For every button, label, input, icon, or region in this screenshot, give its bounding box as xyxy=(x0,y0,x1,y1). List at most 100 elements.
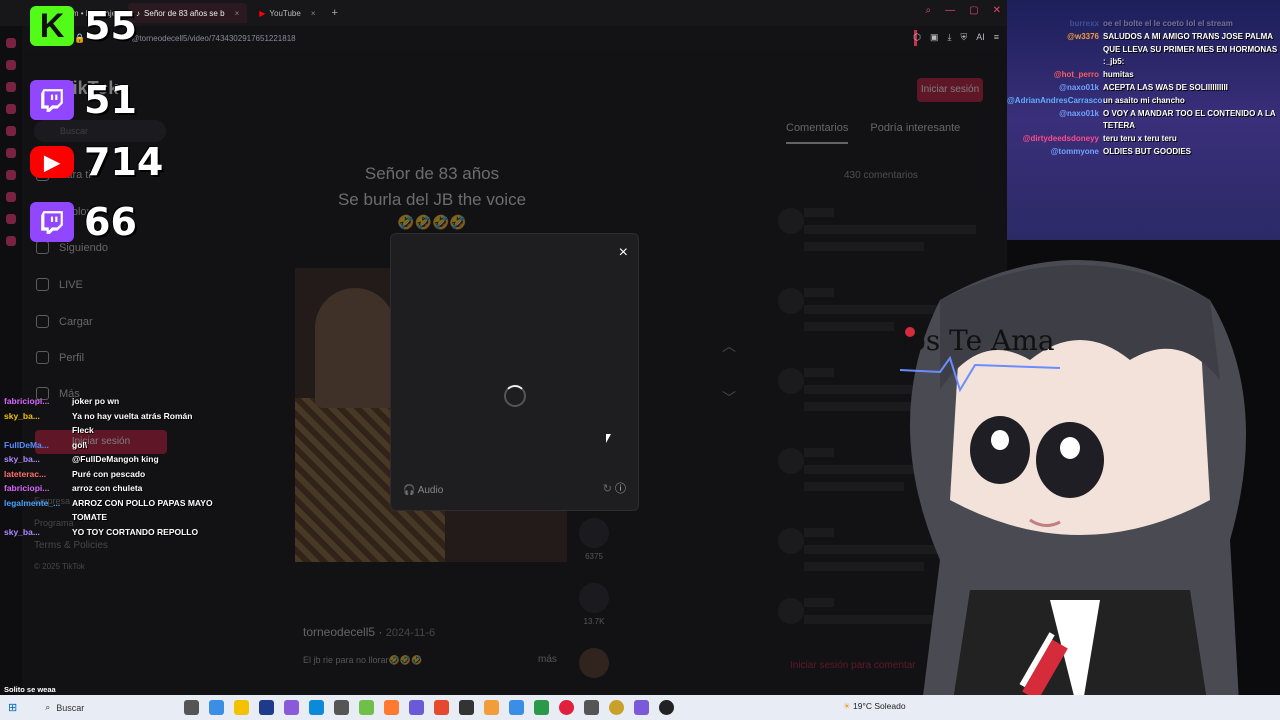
new-tab-button[interactable]: + xyxy=(332,7,338,19)
sidebar-app-icon[interactable] xyxy=(6,214,16,224)
task-view-icon[interactable] xyxy=(184,700,199,715)
app-icon[interactable] xyxy=(534,700,549,715)
app-icon[interactable] xyxy=(609,700,624,715)
url-field[interactable]: om/@torneodecell5/video/7434302917651221… xyxy=(118,34,296,43)
viewer-counter-youtube: ▶ 714 xyxy=(30,140,163,184)
obs-icon[interactable] xyxy=(459,700,474,715)
viewer-counter-kick: K 55 xyxy=(30,4,137,48)
app-icon[interactable] xyxy=(284,700,299,715)
app-icon[interactable] xyxy=(409,700,424,715)
chevron-up-icon[interactable]: ︿ xyxy=(722,336,736,356)
nav-cargar[interactable]: Cargar xyxy=(36,315,93,328)
minimize-icon[interactable]: — xyxy=(945,5,955,16)
close-window-icon[interactable]: ✕ xyxy=(993,5,1001,16)
file-explorer-icon[interactable] xyxy=(234,700,249,715)
chat-message: @hot_perro humitas xyxy=(1053,70,1134,80)
tab-comments[interactable]: Comentarios xyxy=(786,122,849,144)
chat-message: @tommyone OLDIES BUT GOODIES xyxy=(1050,146,1192,156)
sidebar-app-icon[interactable] xyxy=(6,148,16,158)
tab-interesting[interactable]: Podría interesante xyxy=(870,122,960,144)
refresh-icon[interactable]: ↻ xyxy=(603,483,612,495)
copilot-icon[interactable] xyxy=(209,700,224,715)
menu-icon[interactable]: ≡ xyxy=(994,32,999,43)
search-icon[interactable]: ⌕ xyxy=(926,5,932,16)
windows-start-icon[interactable]: ⊞ xyxy=(8,701,17,714)
skeleton-line xyxy=(804,288,834,297)
sidebar-app-icon[interactable] xyxy=(6,170,16,180)
save-action[interactable]: 6375 xyxy=(578,518,610,561)
nav-perfil[interactable]: Perfil xyxy=(36,351,84,364)
share-action[interactable]: 13.7K xyxy=(578,583,610,626)
sidebar-app-icon[interactable] xyxy=(6,60,16,70)
edge-icon[interactable] xyxy=(309,700,324,715)
app-icon[interactable] xyxy=(484,700,499,715)
info-icon[interactable]: ⓘ xyxy=(615,483,626,495)
music-disc[interactable] xyxy=(578,648,610,682)
video-author[interactable]: torneodecell5 · 2024-11-6 xyxy=(303,625,435,639)
avatar xyxy=(778,598,804,624)
download-icon[interactable]: ⤓ xyxy=(947,32,951,43)
vs-app-icon[interactable] xyxy=(259,700,274,715)
chat-overlay-left: fabriciopi... joker po wn sky_ba... Ya no … xyxy=(4,394,214,539)
chat-message-bottom: Solito se weaa xyxy=(4,685,56,694)
copyright: © 2025 TikTok xyxy=(34,562,85,571)
login-button-top[interactable]: Iniciar sesión xyxy=(917,78,983,102)
audio-toggle[interactable]: 🎧 Audio xyxy=(403,485,443,496)
sidebar-app-icon[interactable] xyxy=(6,38,16,48)
chat-overlay-right: burrexx oe el bolte el le coeto lol el st… xyxy=(1007,18,1280,159)
sidebar-app-icon[interactable] xyxy=(6,104,16,114)
sidebar-app-icon[interactable] xyxy=(6,126,16,136)
chat-message: @naxo01k ACEPTA LAS WAS DE SOLIIIIIIIIII xyxy=(1059,82,1228,92)
firefox-icon[interactable] xyxy=(384,700,399,715)
close-tab-icon[interactable]: × xyxy=(311,9,316,18)
address-actions: ⬡ ▣ ⤓ ⛨ AI ≡ xyxy=(913,32,999,43)
plus-icon xyxy=(36,315,49,328)
video-frame-person xyxy=(315,288,395,408)
wallet-icon[interactable]: ▣ xyxy=(930,32,939,43)
avatar-headband: ios Te Ama xyxy=(900,324,1055,357)
viewer-count: 51 xyxy=(84,78,137,122)
close-tab-icon[interactable]: × xyxy=(235,9,240,18)
person-icon xyxy=(36,351,49,364)
maximize-icon[interactable]: ▢ xyxy=(969,5,978,16)
opera-icon[interactable] xyxy=(559,700,574,715)
nav-live[interactable]: LIVE xyxy=(36,278,83,291)
tab-youtube[interactable]: ▶ YouTube × xyxy=(251,3,323,23)
chat-message: burrexx oe el bolte el le coeto lol el st… xyxy=(1069,19,1233,28)
skeleton-line xyxy=(804,598,834,607)
sidebar-app-icon[interactable] xyxy=(6,82,16,92)
skeleton-line xyxy=(804,528,834,537)
weather-widget[interactable]: ☀ 19°C Soleado xyxy=(843,701,906,712)
viewer-counter-twitch: 51 xyxy=(30,78,137,122)
footer-link[interactable]: Terms & Policies xyxy=(34,540,108,551)
app-icon[interactable] xyxy=(334,700,349,715)
app-icon[interactable] xyxy=(659,700,674,715)
chat-message: @naxo01k O VOY A MANDAR TOO EL CONTENIDO … xyxy=(1059,108,1276,131)
viewer-count: 55 xyxy=(84,4,137,48)
taskbar: ⊞ ⌕ Buscar ☀ 19°C Soleado xyxy=(0,695,1280,720)
youtube-icon: ▶ xyxy=(259,8,266,18)
sidebar-app-icon[interactable] xyxy=(6,192,16,202)
chrome-icon[interactable] xyxy=(434,700,449,715)
viewer-count: 66 xyxy=(84,200,137,244)
skeleton-line xyxy=(804,225,976,234)
more-link[interactable]: más xyxy=(538,654,557,665)
search-input[interactable]: Buscar xyxy=(34,120,166,142)
window-controls: ⌕ — ▢ ✕ xyxy=(926,5,1001,16)
app-icon[interactable] xyxy=(584,700,599,715)
opera-sidebar xyxy=(0,26,22,695)
ai-icon[interactable]: AI xyxy=(976,32,985,43)
app-icon[interactable] xyxy=(634,700,649,715)
chevron-down-icon[interactable]: ﹀ xyxy=(722,388,736,408)
taskbar-search[interactable]: ⌕ Buscar xyxy=(45,702,84,713)
tab-bar: ◉Instagram • Mensaje ♪Señor de 83 años s… xyxy=(0,0,1007,26)
sun-icon: ☀ xyxy=(843,701,851,711)
app-icon[interactable] xyxy=(359,700,374,715)
shield-icon[interactable]: ⛨ xyxy=(960,32,967,43)
music-disc-icon xyxy=(579,648,609,678)
close-icon[interactable]: × xyxy=(619,244,628,262)
app-icon[interactable] xyxy=(509,700,524,715)
sidebar-app-icon[interactable] xyxy=(6,236,16,246)
tab-tiktok[interactable]: ♪ Señor de 83 años se b × xyxy=(128,3,248,23)
extensions-icon[interactable]: ⬡ xyxy=(913,32,921,43)
